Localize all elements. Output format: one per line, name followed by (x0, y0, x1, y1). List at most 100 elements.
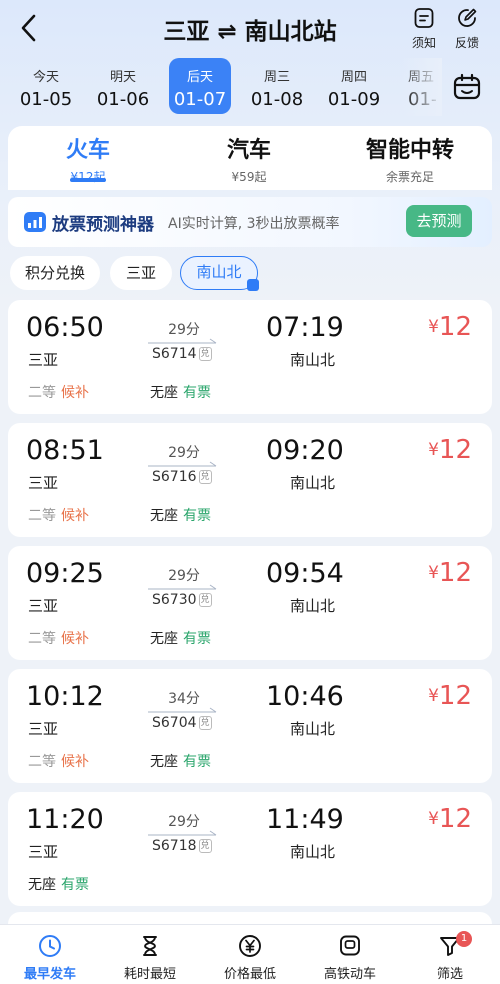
filter-button[interactable]: 筛选 1 (400, 931, 500, 982)
departure-station: 三亚 (28, 597, 59, 615)
date-strip-fade (402, 58, 442, 116)
chip-points-redeem[interactable]: 积分兑换 (10, 256, 100, 290)
promo-subtitle: AI实时计算, 3秒出放票概率 (168, 216, 340, 232)
notice-button[interactable]: 须知 (404, 6, 444, 51)
route-arrow-icon (148, 461, 217, 467)
train-number: S6730 兑 (152, 592, 212, 608)
duration: 29分 (168, 814, 200, 830)
date-weekday: 周三 (263, 70, 290, 85)
train-card[interactable]: 10:12 三亚 34分 S6704 兑 10:46 南山北 ¥12 二等 候补 无… (8, 669, 492, 783)
date-weekday: 明天 (109, 70, 136, 85)
top-bar: 三亚 ⇌ 南山北站 须知 反馈 (0, 0, 500, 58)
tab-smart-transfer[interactable]: 智能中转 余票充足 (330, 132, 490, 185)
train-card[interactable]: 11:20 三亚 29分 S6718 兑 11:49 南山北 ¥12 无座 有票 (8, 792, 492, 906)
clock-icon (39, 935, 61, 957)
duration: 29分 (168, 322, 200, 338)
sort-label: 高铁动车 (323, 967, 376, 982)
date-tab-selected[interactable]: 后天 01-07 (169, 58, 231, 114)
sort-shortest-duration[interactable]: 耗时最短 (100, 933, 200, 982)
arrival-time: 11:49 (266, 804, 344, 835)
train-card[interactable]: 09:25 三亚 29分 S6730 兑 09:54 南山北 ¥12 二等 候补 无… (8, 546, 492, 660)
ticket-price: ¥12 (428, 558, 472, 588)
route-arrow-icon (148, 830, 217, 836)
calendar-icon[interactable] (450, 70, 484, 104)
route-arrow-icon (148, 707, 217, 713)
date-value: 01-09 (327, 89, 381, 110)
seat-class: 无座 有票 (150, 508, 211, 524)
ticket-price: ¥12 (428, 681, 472, 711)
train-card[interactable]: 08:51 三亚 29分 S6716 兑 09:20 南山北 ¥12 二等 候补 无… (8, 423, 492, 537)
active-tab-indicator (70, 178, 106, 182)
seat-class: 无座 有票 (150, 385, 211, 401)
redeem-badge: 兑 (198, 839, 212, 853)
arrival-station: 南山北 (290, 597, 336, 615)
sort-label: 筛选 (436, 967, 463, 982)
departure-station: 三亚 (28, 843, 59, 861)
seat-class: 无座 有票 (28, 877, 89, 893)
tab-smart-transfer-status: 余票充足 (385, 170, 434, 184)
arrival-time: 07:19 (266, 312, 344, 343)
hourglass-icon (143, 936, 157, 956)
date-value: 01-05 (19, 89, 73, 110)
sort-label: 最早发车 (23, 967, 76, 982)
chart-logo-icon (24, 212, 46, 232)
seat-class: 二等 候补 (28, 631, 89, 647)
date-value: 01-07 (173, 89, 227, 110)
redeem-badge: 兑 (198, 593, 212, 607)
ticket-prediction-banner[interactable]: 放票预测神器 AI实时计算, 3秒出放票概率 去预测 (8, 197, 492, 247)
train-number: S6718 兑 (152, 838, 212, 854)
date-weekday: 今天 (32, 70, 59, 85)
sort-label: 耗时最短 (123, 967, 176, 982)
predict-button[interactable]: 去预测 (406, 205, 472, 237)
redeem-badge: 兑 (198, 470, 212, 484)
sort-label: 价格最低 (223, 967, 276, 982)
feedback-label: 反馈 (454, 36, 479, 50)
date-value: 01-06 (96, 89, 150, 110)
train-icon (340, 935, 360, 956)
arrival-time: 10:46 (266, 681, 344, 712)
tab-train-label: 火车 (65, 138, 110, 163)
date-tab[interactable]: 今天 01-05 (15, 58, 77, 114)
train-card[interactable]: 06:50 三亚 29分 S6714 兑 07:19 南山北 ¥12 二等 候补 无… (8, 300, 492, 414)
check-icon (247, 279, 259, 291)
duration: 34分 (168, 691, 200, 707)
chip-label: 南山北 (196, 263, 242, 281)
promo-title: 放票预测神器 (52, 215, 154, 235)
yen-icon (239, 935, 261, 957)
departure-time: 11:20 (26, 804, 104, 835)
departure-time: 08:51 (26, 435, 104, 466)
sort-lowest-price[interactable]: 价格最低 (200, 933, 300, 982)
arrival-time: 09:20 (266, 435, 344, 466)
tab-bus[interactable]: 汽车 ¥59起 (169, 132, 329, 185)
date-value: 01-08 (250, 89, 304, 110)
tab-train-price: ¥12起 (70, 170, 106, 184)
arrival-station: 南山北 (290, 720, 336, 738)
arrival-station: 南山北 (290, 843, 336, 861)
departure-time: 09:25 (26, 558, 104, 589)
date-tab[interactable]: 明天 01-06 (92, 58, 154, 114)
train-number: S6716 兑 (152, 469, 212, 485)
route-arrow-icon (148, 338, 217, 344)
filter-high-speed-rail[interactable]: 高铁动车 (300, 933, 400, 982)
date-weekday: 后天 (186, 70, 213, 85)
sort-earliest-departure[interactable]: 最早发车 (0, 933, 100, 982)
redeem-badge: 兑 (198, 716, 212, 730)
tab-bus-price: ¥59起 (231, 170, 267, 184)
feedback-icon (458, 8, 477, 27)
date-tab[interactable]: 周四 01-09 (323, 58, 385, 114)
seat-class: 无座 有票 (150, 754, 211, 770)
seat-class: 无座 有票 (150, 631, 211, 647)
chip-station-sanya[interactable]: 三亚 (110, 256, 172, 290)
duration: 29分 (168, 568, 200, 584)
duration: 29分 (168, 445, 200, 461)
arrival-station: 南山北 (290, 474, 336, 492)
train-number: S6714 兑 (152, 346, 212, 362)
date-weekday: 周四 (340, 70, 367, 85)
date-tab[interactable]: 周三 01-08 (246, 58, 308, 114)
filter-count-badge: 1 (456, 931, 472, 947)
chip-station-nanshanbei[interactable]: 南山北 (180, 256, 259, 291)
feedback-button[interactable]: 反馈 (447, 6, 487, 51)
departure-station: 三亚 (28, 474, 59, 492)
seat-class: 二等 候补 (28, 508, 89, 524)
seat-class: 二等 候补 (28, 754, 89, 770)
